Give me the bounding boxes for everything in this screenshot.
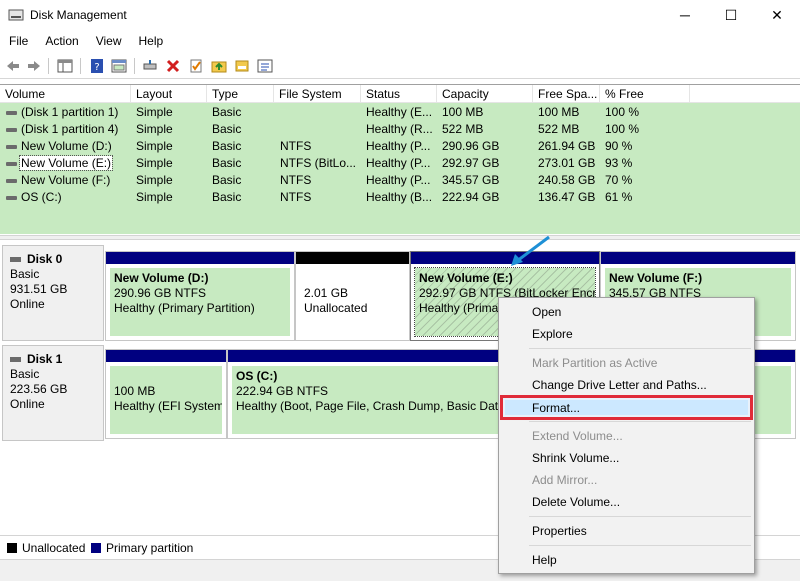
close-button[interactable]: ✕ <box>754 0 800 30</box>
partition-d[interactable]: New Volume (D:) 290.96 GB NTFS Healthy (… <box>105 251 295 341</box>
volume-icon <box>6 111 17 115</box>
disk-size: 931.51 GB <box>10 282 68 296</box>
volume-icon <box>6 162 17 166</box>
menu-properties[interactable]: Properties <box>500 520 753 542</box>
pointer-arrow-icon <box>511 235 550 266</box>
menu-extend-volume: Extend Volume... <box>532 429 623 443</box>
volume-row[interactable]: OS (C:) Simple Basic NTFS Healthy (B... … <box>0 189 800 206</box>
properties-icon[interactable] <box>110 57 128 75</box>
list-header: Volume Layout Type File System Status Ca… <box>0 85 800 103</box>
check-icon[interactable] <box>187 57 205 75</box>
disk-type: Basic <box>10 267 40 281</box>
volume-icon <box>6 196 17 200</box>
menu-open[interactable]: Open <box>500 301 753 323</box>
disk-state: Online <box>10 297 45 311</box>
menu-change-drive-letter[interactable]: Change Drive Letter and Paths... <box>500 374 753 396</box>
menu-help[interactable]: Help <box>130 30 172 52</box>
window-title: Disk Management <box>30 8 127 22</box>
folder-up-icon[interactable] <box>210 57 228 75</box>
partition-efi[interactable]: 100 MB Healthy (EFI System <box>105 349 227 439</box>
col-file-system[interactable]: File System <box>274 85 361 103</box>
toolbar: ? <box>0 53 800 79</box>
svg-text:?: ? <box>94 62 99 73</box>
volume-icon[interactable] <box>233 57 251 75</box>
volume-icon <box>6 145 17 149</box>
menu-view[interactable]: View <box>87 30 130 52</box>
menu-separator <box>529 348 751 349</box>
volume-row-selected[interactable]: New Volume (E:) Simple Basic NTFS (BitLo… <box>0 155 800 172</box>
menu-action[interactable]: Action <box>36 30 86 52</box>
menu-format[interactable]: Format... <box>500 397 753 419</box>
disk-name: Disk 0 <box>27 252 63 266</box>
pane-splitter[interactable] <box>0 235 800 240</box>
disk-name: Disk 1 <box>27 352 63 366</box>
col-type[interactable]: Type <box>207 85 274 103</box>
close-icon: ✕ <box>771 6 783 23</box>
volume-row[interactable]: (Disk 1 partition 4) Simple Basic Health… <box>0 121 800 138</box>
delete-icon[interactable] <box>164 57 182 75</box>
volume-row[interactable]: New Volume (D:) Simple Basic NTFS Health… <box>0 138 800 155</box>
legend-primary: Primary partition <box>106 541 194 555</box>
menu-separator <box>529 421 751 422</box>
volume-icon <box>6 179 17 183</box>
context-menu: Open Explore Mark Partition as Active Ch… <box>498 297 755 574</box>
menu-separator <box>529 545 751 546</box>
disk-1-label[interactable]: Disk 1 Basic 223.56 GB Online <box>2 345 104 441</box>
partition-name: New Volume (D:) <box>114 271 209 285</box>
col-layout[interactable]: Layout <box>131 85 207 103</box>
disk-state: Online <box>10 397 45 411</box>
menu-bar: File Action View Help <box>0 30 800 52</box>
col-status[interactable]: Status <box>361 85 437 103</box>
menu-help-item[interactable]: Help <box>500 549 753 571</box>
minimize-icon: ─ <box>680 7 690 23</box>
maximize-button[interactable]: ☐ <box>708 0 754 30</box>
primary-bar <box>106 350 226 362</box>
disk-type: Basic <box>10 367 40 381</box>
partition-status: Healthy (Primary Partition) <box>114 301 255 315</box>
partition-status: Unallocated <box>304 301 368 315</box>
disk-size: 223.56 GB <box>10 382 68 396</box>
console-tree-icon[interactable] <box>56 57 74 75</box>
forward-arrow-icon[interactable] <box>25 57 43 75</box>
connect-icon[interactable] <box>141 57 159 75</box>
legend-unallocated: Unallocated <box>22 541 86 555</box>
menu-explore[interactable]: Explore <box>500 323 753 345</box>
disk-icon <box>10 357 21 362</box>
minimize-button[interactable]: ─ <box>662 0 708 30</box>
help-icon[interactable]: ? <box>88 57 106 75</box>
menu-separator <box>529 516 751 517</box>
partition-status: Healthy (EFI System <box>114 399 222 413</box>
partition-size: 2.01 GB <box>304 286 349 300</box>
volume-list: Volume Layout Type File System Status Ca… <box>0 84 800 234</box>
col-percent-free[interactable]: % Free <box>600 85 690 103</box>
col-free-space[interactable]: Free Spa... <box>533 85 600 103</box>
primary-swatch <box>91 543 101 553</box>
menu-add-mirror: Add Mirror... <box>532 473 598 487</box>
disk-icon <box>10 257 21 262</box>
partition-name: New Volume (E:) <box>419 271 513 285</box>
col-volume[interactable]: Volume <box>0 85 131 103</box>
volume-icon <box>6 128 17 132</box>
primary-bar <box>601 252 795 264</box>
volume-row[interactable]: New Volume (F:) Simple Basic NTFS Health… <box>0 172 800 189</box>
col-capacity[interactable]: Capacity <box>437 85 533 103</box>
disk-0-label[interactable]: Disk 0 Basic 931.51 GB Online <box>2 245 104 341</box>
menu-delete-volume[interactable]: Delete Volume... <box>500 491 753 513</box>
partition-unallocated[interactable]: 2.01 GB Unallocated <box>295 251 410 341</box>
menu-shrink-volume[interactable]: Shrink Volume... <box>500 447 753 469</box>
menu-file[interactable]: File <box>0 30 36 52</box>
partition-size: 290.96 GB NTFS <box>114 286 207 300</box>
list-icon[interactable] <box>256 57 274 75</box>
back-arrow-icon[interactable] <box>4 57 22 75</box>
menu-mark-active: Mark Partition as Active <box>532 356 658 370</box>
partition-size: 100 MB <box>114 384 156 398</box>
unallocated-swatch <box>7 543 17 553</box>
primary-bar <box>106 252 294 264</box>
disk-management-icon <box>8 9 24 21</box>
partition-name: New Volume (F:) <box>609 271 703 285</box>
maximize-icon: ☐ <box>724 6 738 23</box>
unallocated-bar <box>296 252 409 264</box>
title-bar: Disk Management ─ ☐ ✕ <box>0 0 800 30</box>
volume-row[interactable]: (Disk 1 partition 1) Simple Basic Health… <box>0 104 800 121</box>
